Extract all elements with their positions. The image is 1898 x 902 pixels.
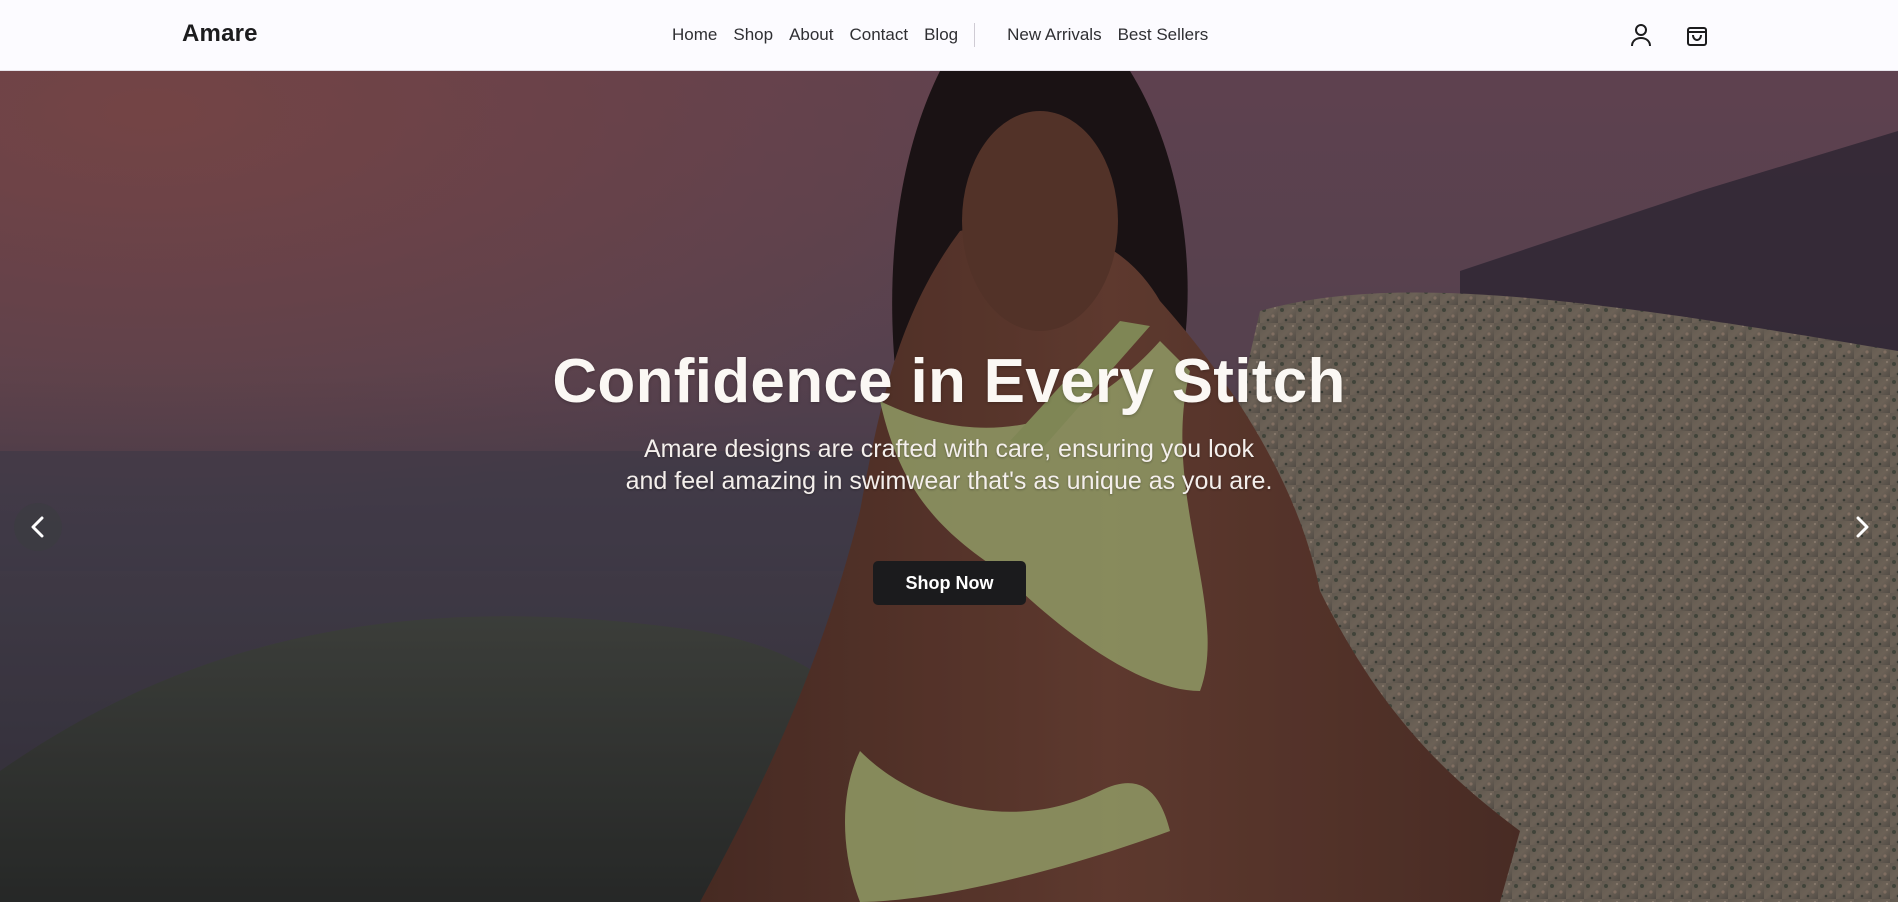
chevron-right-icon — [1856, 516, 1869, 538]
nav-link-about[interactable]: About — [789, 25, 833, 45]
account-button[interactable] — [1626, 20, 1656, 50]
hero-content: Confidence in Every Stitch Amare designs… — [0, 71, 1898, 902]
carousel-prev-button[interactable] — [14, 503, 62, 551]
nav-link-contact[interactable]: Contact — [850, 25, 909, 45]
shopping-bag-icon — [1687, 27, 1707, 46]
hero-headline: Confidence in Every Stitch — [552, 347, 1346, 416]
nav-link-blog[interactable]: Blog — [924, 25, 958, 45]
main-nav: Home Shop About Contact Blog New Arrival… — [672, 23, 1224, 47]
hero-carousel: Confidence in Every Stitch Amare designs… — [0, 71, 1898, 902]
nav-link-best-sellers[interactable]: Best Sellers — [1118, 25, 1209, 45]
hero-subtext-line: Amare designs are crafted with care, ens… — [643, 435, 1255, 463]
nav-link-home[interactable]: Home — [672, 25, 717, 45]
hero-subtext-line: and feel amazing in swimwear that's as u… — [625, 467, 1273, 495]
chevron-left-icon — [31, 516, 44, 538]
shop-now-button[interactable]: Shop Now — [873, 561, 1026, 605]
hero-subtext: Amare designs are crafted with care, ens… — [0, 433, 1898, 497]
user-icon — [1631, 24, 1651, 47]
site-header: Amare Home Shop About Contact Blog New A… — [0, 0, 1898, 71]
nav-divider — [974, 23, 976, 47]
cart-button[interactable] — [1682, 20, 1712, 50]
nav-link-new-arrivals[interactable]: New Arrivals — [1007, 25, 1101, 45]
brand-logo[interactable]: Amare — [182, 20, 258, 48]
carousel-next-button[interactable] — [1838, 503, 1886, 551]
nav-link-shop[interactable]: Shop — [733, 25, 773, 45]
